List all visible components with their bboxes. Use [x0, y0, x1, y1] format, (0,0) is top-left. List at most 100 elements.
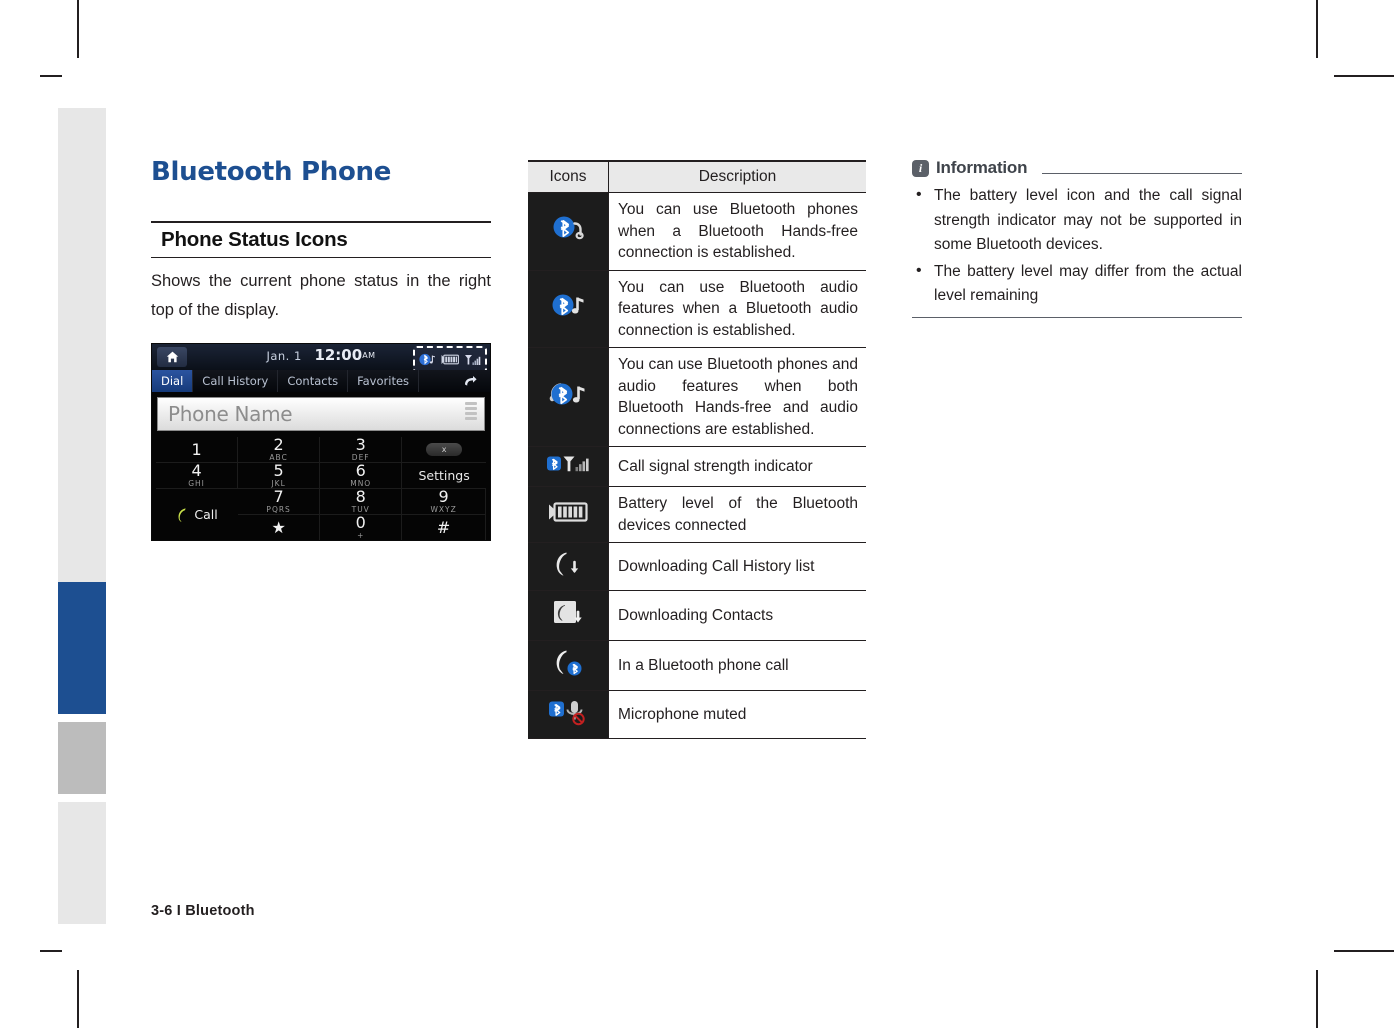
middle-column: Icons Description You can use Bluetooth … — [528, 160, 866, 739]
key-7[interactable]: 7 PQRS — [238, 487, 321, 515]
key-3-number: 3 — [355, 435, 366, 454]
list-item: The battery level icon and the call sign… — [912, 183, 1242, 258]
head-unit-tab-bar: Dial Call History Contacts Favorites — [152, 370, 490, 392]
table-header-icons: Icons — [528, 160, 609, 193]
crop-mark-bottom-left-horizontal — [40, 950, 62, 952]
key-0[interactable]: 0 + — [320, 515, 403, 540]
table-cell-description: You can use Bluetooth phones and audio f… — [608, 347, 866, 447]
key-7-number: 7 — [273, 487, 284, 506]
crop-mark-bottom-right-horizontal — [1334, 950, 1394, 952]
status-icons-table: Icons Description You can use Bluetooth … — [528, 160, 866, 739]
key-1[interactable]: 1 — [156, 437, 239, 463]
key-0-letters: + — [357, 531, 365, 540]
tab-favorites[interactable]: Favorites — [348, 370, 420, 392]
delete-icon: x — [426, 443, 463, 456]
table-row: You can use Bluetooth audio features whe… — [528, 270, 866, 348]
head-unit-status-bar: Jan. 1 12:00AM — [152, 344, 490, 373]
table-cell-description: Battery level of the Bluetooth devices c… — [608, 486, 866, 543]
info-icon: i — [912, 159, 929, 177]
tab-dial[interactable]: Dial — [152, 370, 194, 392]
key-5[interactable]: 5 JKL — [238, 461, 321, 489]
key-7-letters: PQRS — [266, 505, 291, 514]
table-cell-description: Downloading Contacts — [608, 590, 866, 641]
in-bluetooth-call-icon — [528, 640, 609, 691]
key-hash[interactable]: # — [402, 515, 486, 540]
table-row: In a Bluetooth phone call — [528, 640, 866, 691]
table-row: You can use Bluetooth phones and audio f… — [528, 347, 866, 447]
microphone-muted-icon — [528, 690, 609, 739]
back-arrow-icon[interactable] — [450, 370, 490, 392]
information-bottom-rule — [912, 316, 1242, 318]
settings-button[interactable]: Settings — [402, 463, 486, 489]
key-9[interactable]: 9 WXYZ — [402, 489, 486, 515]
tab-call-history[interactable]: Call History — [193, 370, 279, 392]
chapter-tab-4[interactable] — [58, 802, 106, 924]
crop-mark-top-left-horizontal — [40, 75, 62, 77]
key-6-number: 6 — [355, 461, 366, 480]
crop-mark-top-left-vertical — [77, 0, 79, 58]
intro-paragraph: Shows the current phone status in the ri… — [151, 272, 491, 319]
information-rule — [1042, 172, 1242, 174]
call-button[interactable]: Call — [156, 489, 238, 540]
battery-icon — [441, 354, 459, 365]
table-cell-description: Call signal strength indicator — [608, 446, 866, 487]
table-row: Microphone muted — [528, 690, 866, 739]
information-bullet-list: The battery level icon and the call sign… — [912, 183, 1242, 309]
section-heading-wrap: Phone Status Icons — [151, 221, 491, 258]
table-header-row: Icons Description — [528, 160, 866, 193]
chapter-tab-1[interactable] — [58, 108, 106, 582]
call-button-label: Call — [194, 507, 218, 522]
page-footer: 3-6 I Bluetooth — [151, 903, 255, 919]
table-cell-description: Microphone muted — [608, 690, 866, 739]
crop-mark-top-right-horizontal — [1334, 75, 1394, 77]
key-9-letters: WXYZ — [430, 505, 457, 514]
crop-mark-bottom-left-vertical — [77, 970, 79, 1028]
tab-bar-spacer — [419, 370, 450, 392]
key-4[interactable]: 4 GHI — [156, 461, 239, 489]
signal-icon — [465, 354, 481, 365]
battery-level-icon — [528, 486, 609, 543]
key-5-number: 5 — [273, 461, 284, 480]
phone-name-input[interactable]: Phone Name — [157, 397, 485, 431]
table-cell-description: You can use Bluetooth phones when a Blue… — [608, 192, 866, 271]
call-handset-icon — [178, 507, 186, 522]
table-cell-description: Downloading Call History list — [608, 542, 866, 591]
delete-button[interactable]: x — [402, 437, 486, 463]
key-2[interactable]: 2 ABC — [238, 437, 321, 463]
head-unit-keypad: 1 2 ABC 3 DEF x 4 GHI 5 JKL 6 MNO Settings 7P… — [156, 435, 486, 540]
key-4-letters: GHI — [188, 479, 205, 488]
key-hash-number: # — [436, 517, 451, 537]
download-call-history-icon — [528, 542, 609, 591]
head-unit-date: Jan. 1 — [266, 349, 302, 363]
section-heading: Phone Status Icons — [161, 228, 348, 251]
key-6[interactable]: 6 MNO — [320, 461, 403, 489]
page-title: Bluetooth Phone — [151, 157, 392, 187]
crop-mark-top-right-vertical — [1316, 0, 1318, 58]
table-row: Downloading Call History list — [528, 542, 866, 591]
key-8-number: 8 — [355, 487, 366, 506]
bluetooth-audio-icon — [419, 353, 435, 366]
head-unit-status-icon-group — [413, 346, 487, 373]
bluetooth-audio-icon — [528, 270, 609, 348]
key-9-number: 9 — [438, 487, 449, 506]
key-3[interactable]: 3 DEF — [320, 435, 403, 463]
table-row: You can use Bluetooth phones when a Blue… — [528, 192, 866, 271]
phone-name-placeholder: Phone Name — [168, 402, 293, 426]
key-4-number: 4 — [191, 461, 202, 480]
bluetooth-signal-strength-icon — [528, 446, 609, 487]
head-unit-time: 12:00 — [314, 346, 363, 364]
chapter-tab-current[interactable] — [58, 582, 106, 714]
download-contacts-icon — [528, 590, 609, 641]
table-cell-description: You can use Bluetooth audio features whe… — [608, 270, 866, 348]
bluetooth-handsfree-audio-icon — [528, 347, 609, 447]
table-row: Battery level of the Bluetooth devices c… — [528, 486, 866, 543]
list-item: The battery level may differ from the ac… — [912, 259, 1242, 309]
head-unit-screenshot: Jan. 1 12:00AM Dial Call History Contact… — [151, 343, 491, 541]
head-unit-ampm: AM — [362, 351, 376, 360]
left-column: Bluetooth Phone Phone Status Icons Shows… — [151, 155, 491, 541]
tab-contacts[interactable]: Contacts — [278, 370, 349, 392]
information-title: Information — [936, 158, 1028, 177]
key-8[interactable]: 8 TUV — [320, 487, 403, 515]
key-star[interactable]: ★ — [238, 515, 321, 540]
chapter-tab-3[interactable] — [58, 722, 106, 794]
